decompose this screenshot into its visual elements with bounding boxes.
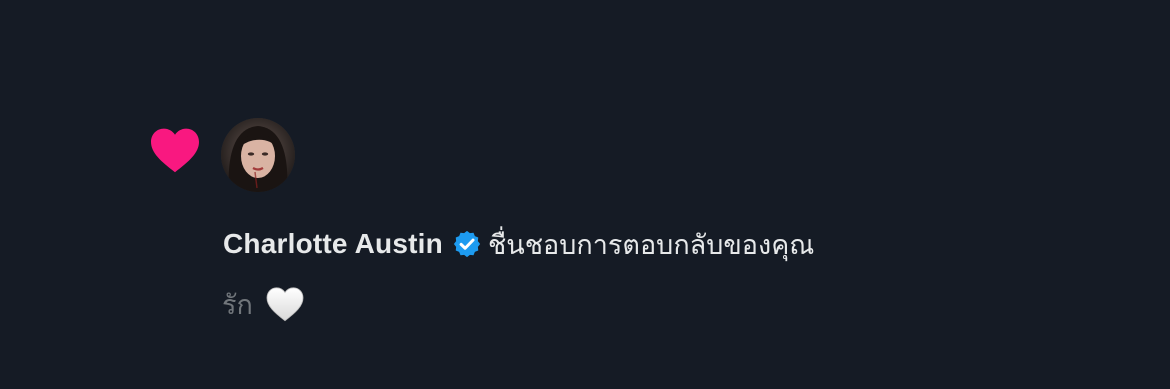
- white-heart-icon: [265, 285, 305, 323]
- like-notification[interactable]: Charlotte Austin ชื่นชอบการตอบกลับของคุณ…: [0, 0, 1170, 389]
- user-name[interactable]: Charlotte Austin: [223, 228, 443, 260]
- notification-action-text: ชื่นชอบการตอบกลับของคุณ: [487, 229, 815, 261]
- user-avatar[interactable]: [221, 118, 295, 192]
- notifications-screen: Charlotte Austin ชื่นชอบการตอบกลับของคุณ…: [0, 0, 1170, 389]
- reply-preview[interactable]: รัก: [222, 281, 305, 327]
- verified-badge-icon: [452, 229, 482, 259]
- heart-icon: [148, 126, 202, 174]
- notification-headline: Charlotte Austin ชื่นชอบการตอบกลับของคุณ: [223, 222, 814, 266]
- reply-text: รัก: [222, 289, 253, 321]
